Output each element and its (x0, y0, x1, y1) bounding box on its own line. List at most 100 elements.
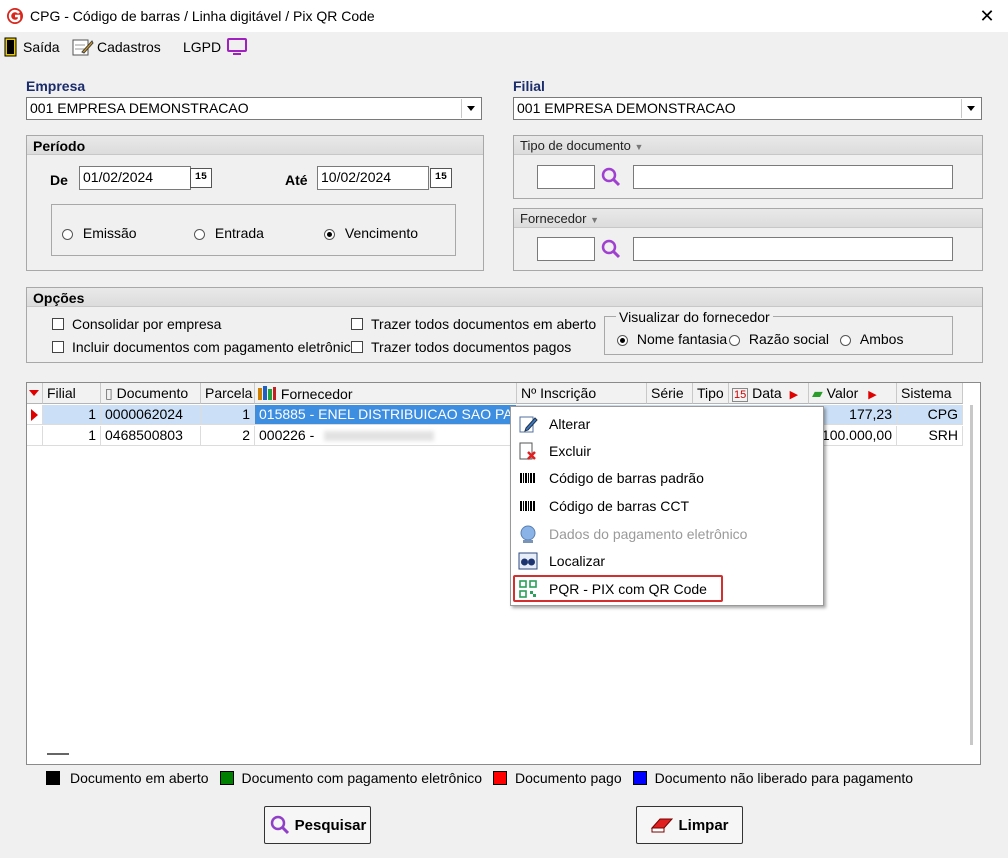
radio-trade-name[interactable]: Nome fantasia (617, 331, 727, 347)
radio-both[interactable]: Ambos (840, 331, 903, 347)
radio-trade-name-circle[interactable] (617, 334, 628, 346)
col-system[interactable]: Sistema (897, 383, 963, 404)
horizontal-scrollbar[interactable] (47, 753, 69, 755)
chevron-down-icon[interactable] (461, 99, 480, 118)
table-row-cell[interactable]: SRH (897, 426, 963, 446)
legend-electronic-label: Documento com pagamento eletrônico (241, 770, 482, 786)
col-series[interactable]: Série (647, 383, 693, 404)
registers-button[interactable]: Cadastros (72, 36, 161, 58)
calendar-icon[interactable]: 15 (190, 168, 212, 188)
globe-icon (517, 524, 539, 544)
table-row-cell[interactable]: 0468500803 (101, 426, 201, 446)
supplier-name-input[interactable] (633, 237, 953, 261)
supplier-label: Fornecedor (520, 211, 587, 226)
document-type-code-input[interactable] (537, 165, 595, 189)
search-button[interactable]: Pesquisar (264, 806, 371, 844)
menu-item-edit-label: Alterar (549, 416, 591, 432)
table-row-cell[interactable]: 000226 - (255, 426, 517, 446)
company-value: 001 EMPRESA DEMONSTRACAO (30, 100, 249, 116)
table-row-cell[interactable]: 015885 - ENEL DISTRIBUICAO SAO PA... (255, 405, 517, 425)
radio-emission[interactable]: Emissão (62, 225, 137, 241)
row-indicator-header (27, 383, 43, 404)
radio-entry-circle[interactable] (194, 228, 205, 240)
menu-item-barcode-cct[interactable]: Código de barras CCT (511, 493, 823, 519)
from-date-input[interactable]: 01/02/2024 (79, 166, 191, 190)
company-select[interactable]: 001 EMPRESA DEMONSTRACAO (26, 97, 482, 120)
branch-select[interactable]: 001 EMPRESA DEMONSTRACAO (513, 97, 982, 120)
radio-emission-label: Emissão (82, 225, 137, 241)
checkbox[interactable] (351, 318, 363, 330)
door-exit-icon (4, 37, 17, 57)
arrow-down-icon: ▼ (634, 142, 644, 152)
options-title: Opções (27, 288, 982, 307)
table-row-cell[interactable]: 1 (43, 426, 101, 446)
check-paid-label: Trazer todos documentos pagos (371, 339, 572, 355)
radio-company-name[interactable]: Razão social (729, 331, 829, 347)
checkbox[interactable] (52, 341, 64, 353)
table-row-cell[interactable]: CPG (897, 405, 963, 425)
check-open[interactable]: Trazer todos documentos em aberto (351, 316, 596, 332)
menu-item-find[interactable]: Localizar (511, 548, 823, 574)
documents-grid[interactable]: Filial ▯ Documento Parcela Fornecedor Nº… (26, 382, 981, 765)
col-supplier[interactable]: Fornecedor (255, 383, 517, 404)
lgpd-button[interactable]: LGPD (183, 36, 248, 58)
col-installment[interactable]: Parcela (201, 383, 255, 404)
app-logo-icon (6, 7, 24, 25)
table-row-cell[interactable]: 0000062024 (101, 405, 201, 425)
radio-entry[interactable]: Entrada (194, 225, 264, 241)
radio-emission-circle[interactable] (62, 228, 73, 240)
search-icon[interactable] (600, 238, 622, 263)
col-document[interactable]: ▯ Documento (101, 383, 201, 404)
col-value-label: Valor (826, 385, 859, 401)
clear-button[interactable]: Limpar (636, 806, 743, 844)
radio-due[interactable]: Vencimento (324, 225, 418, 241)
document-type-name-input[interactable] (633, 165, 953, 189)
period-title: Período (27, 136, 483, 155)
col-branch[interactable]: Filial (43, 383, 101, 404)
sort-down-icon (29, 390, 39, 396)
checkbox[interactable] (351, 341, 363, 353)
menu-item-pix-qr[interactable]: PQR - PIX com QR Code (513, 575, 723, 602)
menu-item-barcode-default[interactable]: Código de barras padrão (511, 465, 823, 491)
vertical-scrollbar[interactable] (970, 405, 973, 745)
check-electronic[interactable]: Incluir documentos com pagamento eletrôn… (52, 339, 358, 355)
col-registration[interactable]: Nº Inscrição (517, 383, 647, 404)
close-icon[interactable]: ✕ (976, 5, 998, 27)
supplier-code-input[interactable] (537, 237, 595, 261)
table-row-cell[interactable]: 1 (43, 405, 101, 425)
exit-button[interactable]: Saída (4, 36, 60, 58)
menu-item-edit[interactable]: Alterar (511, 411, 823, 437)
radio-both-circle[interactable] (840, 334, 851, 346)
check-consolidate[interactable]: Consolidar por empresa (52, 316, 221, 332)
supplier-header: Fornecedor ▼ (514, 209, 982, 228)
context-menu: Alterar Excluir Código de barras padrão … (510, 406, 824, 606)
to-date-input[interactable]: 10/02/2024 (317, 166, 429, 190)
legend-not-released-label: Documento não liberado para pagamento (654, 770, 914, 786)
radio-company-name-label: Razão social (748, 331, 830, 347)
blurred-supplier-name (324, 431, 435, 442)
col-type[interactable]: Tipo (693, 383, 729, 404)
col-supplier-label: Fornecedor (280, 386, 353, 402)
table-row-cell[interactable]: 1 (201, 405, 255, 425)
checkbox[interactable] (52, 318, 64, 330)
current-row-icon (31, 409, 38, 421)
registers-label: Cadastros (97, 39, 161, 55)
radio-entry-label: Entrada (214, 225, 264, 241)
check-paid[interactable]: Trazer todos documentos pagos (351, 339, 571, 355)
menu-item-find-label: Localizar (549, 553, 606, 569)
legend-swatch-not-released (632, 771, 647, 785)
calendar-icon[interactable]: 15 (430, 168, 452, 188)
branch-value: 001 EMPRESA DEMONSTRACAO (517, 100, 736, 116)
clear-button-label: Limpar (678, 816, 729, 834)
chevron-down-icon[interactable] (961, 99, 980, 118)
legend: Documento em aberto Documento com pagame… (46, 770, 913, 786)
table-row-cell[interactable]: 2 (201, 426, 255, 446)
menu-item-delete[interactable]: Excluir (511, 438, 823, 464)
col-date[interactable]: 15 Data ▶ (729, 383, 809, 404)
search-icon[interactable] (600, 166, 622, 191)
radio-company-name-circle[interactable] (729, 334, 740, 346)
delete-icon (517, 441, 539, 461)
radio-due-circle[interactable] (324, 228, 335, 240)
col-value[interactable]: ▰ Valor ▶ (809, 383, 897, 404)
check-electronic-label: Incluir documentos com pagamento eletrôn… (72, 339, 359, 355)
